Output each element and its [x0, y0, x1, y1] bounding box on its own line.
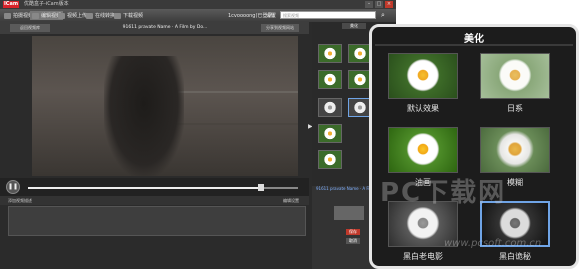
description-label: 添加视频描述	[8, 198, 32, 203]
toolbar-convert-button[interactable]: 在线转换	[86, 11, 115, 20]
effect-thumbnail	[480, 53, 550, 99]
video-title: 91611 pravate Name · A Film by Do...	[122, 25, 208, 30]
app-logo: ICam	[3, 1, 19, 8]
video-header-bar: 返回视频库 91611 pravate Name · A Film by Do.…	[0, 22, 309, 34]
seek-bar-handle[interactable]	[258, 184, 264, 191]
toolbar-label: 视频上传	[67, 13, 88, 19]
player-controls: ❚❚	[0, 178, 309, 196]
download-icon	[114, 12, 121, 19]
effect-default[interactable]: 默认效果	[388, 53, 458, 114]
search-icon[interactable]: ⌕	[381, 11, 389, 19]
share-button[interactable]: 分享到视频网站	[261, 24, 299, 32]
effect-bw-mystery[interactable]: 黑白诡秘	[480, 201, 550, 262]
popup-title: 美化	[464, 34, 484, 45]
maximize-button[interactable]: □	[375, 1, 383, 8]
toolbar-upload-button[interactable]: 视频上传	[58, 11, 87, 20]
sidebar-preview-box	[334, 206, 364, 220]
effect-label: 日系	[507, 104, 523, 113]
sidebar-effect-bw[interactable]	[318, 98, 342, 117]
toolbar-download-button[interactable]: 下载视频	[114, 11, 143, 20]
sidebar-effect-extra1[interactable]	[318, 124, 342, 143]
refresh-icon	[86, 12, 93, 19]
settings-link[interactable]: 设置	[266, 11, 276, 20]
back-to-library-button[interactable]: 返回视频库	[10, 24, 50, 32]
edit-icon	[32, 12, 39, 19]
video-scene-couple	[104, 56, 184, 176]
effect-thumbnail	[480, 127, 550, 173]
window-controls: – □ ×	[365, 1, 393, 8]
close-button[interactable]: ×	[385, 1, 393, 8]
watermark-url: www.pcsoft.com.cn	[444, 238, 542, 249]
description-textarea[interactable]	[8, 206, 306, 236]
settings-label: 设置	[266, 13, 277, 19]
effect-bw-old-film[interactable]: 黑白老电影	[388, 201, 458, 262]
beautify-effects-popup: 美化 默认效果 日系 油画 模糊 黑白老电影 黑白诡秘	[369, 24, 579, 269]
play-pause-button[interactable]: ❚❚	[6, 180, 20, 194]
seek-bar-progress	[28, 187, 261, 189]
effect-label: 默认效果	[407, 104, 439, 113]
sidebar-effect-extra2[interactable]	[318, 150, 342, 169]
camera-icon	[4, 12, 11, 19]
save-button[interactable]: 保存	[346, 229, 360, 235]
effect-label: 黑白老电影	[403, 252, 443, 261]
video-preview[interactable]	[32, 36, 298, 176]
sidebar-effect-paint[interactable]	[318, 70, 342, 89]
edit-settings-link[interactable]: 编辑设置	[283, 196, 299, 205]
toolbar-record-button[interactable]: 拍摄视频	[4, 11, 33, 20]
cancel-button[interactable]: 取消	[346, 238, 360, 244]
effect-japan[interactable]: 日系	[480, 53, 550, 114]
toolbar-label: 在线转换	[95, 13, 116, 19]
watermark-logo: PC下载网	[380, 178, 507, 208]
minimize-button[interactable]: –	[365, 1, 373, 8]
title-bar: ICam 优酷盒子-iCam版本 – □ ×	[0, 0, 396, 9]
editor-app-window: ICam 优酷盒子-iCam版本 – □ × 拍摄视频 编辑视频 视频上传 在线…	[0, 0, 396, 269]
seek-bar[interactable]	[28, 184, 298, 191]
description-header: 添加视频描述 编辑设置	[0, 196, 309, 205]
search-input[interactable]: 搜索视频	[280, 11, 376, 19]
window-title: 优酷盒子-iCam版本	[24, 1, 69, 7]
popup-divider	[375, 44, 573, 46]
video-scene-railing	[172, 91, 298, 125]
tab-beautify[interactable]: 美化	[342, 23, 366, 29]
toolbar-label: 下载视频	[123, 13, 144, 19]
upload-icon	[58, 12, 65, 19]
effect-thumbnail	[388, 127, 458, 173]
sidebar-effect-default[interactable]	[318, 44, 342, 63]
effect-thumbnail	[388, 53, 458, 99]
effect-label: 黑白诡秘	[499, 252, 531, 261]
